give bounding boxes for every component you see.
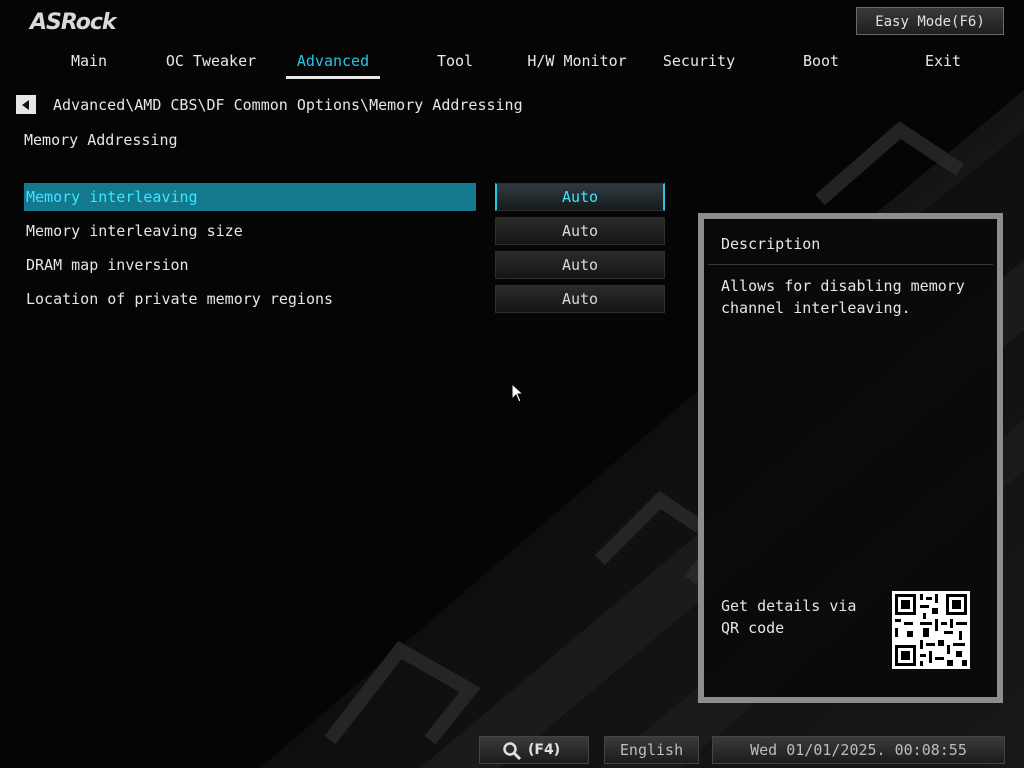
tab-boot[interactable]: Boot xyxy=(760,50,882,80)
magnifier-icon xyxy=(503,742,522,760)
setting-value-dropdown[interactable]: Auto xyxy=(495,251,665,279)
back-arrow-icon[interactable] xyxy=(16,95,36,114)
description-divider xyxy=(708,264,993,265)
setting-memory-interleaving-size[interactable]: Memory interleaving size Auto xyxy=(24,217,684,245)
setting-label: Memory interleaving size xyxy=(26,222,243,240)
setting-value-dropdown[interactable]: Auto xyxy=(495,217,665,245)
setting-value-dropdown[interactable]: Auto xyxy=(495,285,665,313)
mouse-pointer-icon xyxy=(511,383,523,403)
tab-security[interactable]: Security xyxy=(638,50,760,80)
tab-hw-monitor[interactable]: H/W Monitor xyxy=(516,50,638,80)
qr-caption: Get details via QR code xyxy=(721,597,857,637)
setting-memory-interleaving[interactable]: Memory interleaving Auto xyxy=(24,183,684,211)
system-datetime: Wed 01/01/2025. 00:08:55 xyxy=(712,736,1005,764)
setting-label: Memory interleaving xyxy=(24,183,476,211)
description-text: Allows for disabling memory channel inte… xyxy=(721,277,965,317)
asrock-logo: ASRock xyxy=(30,10,117,35)
tab-main[interactable]: Main xyxy=(28,50,150,80)
breadcrumb: Advanced\AMD CBS\DF Common Options\Memor… xyxy=(53,96,523,114)
description-title: Description xyxy=(721,235,821,253)
search-shortcut-key: (F4) xyxy=(528,742,561,758)
setting-dram-map-inversion[interactable]: DRAM map inversion Auto xyxy=(24,251,684,279)
tab-oc-tweaker[interactable]: OC Tweaker xyxy=(150,50,272,80)
setting-label: DRAM map inversion xyxy=(26,256,189,274)
language-button[interactable]: English xyxy=(604,736,699,764)
tab-advanced[interactable]: Advanced xyxy=(272,50,394,80)
tab-exit[interactable]: Exit xyxy=(882,50,1004,80)
tab-tool[interactable]: Tool xyxy=(394,50,516,80)
main-tabs: Main OC Tweaker Advanced Tool H/W Monito… xyxy=(28,50,1004,80)
easy-mode-button[interactable]: Easy Mode(F6) xyxy=(856,7,1004,35)
description-panel: Description Allows for disabling memory … xyxy=(698,213,1003,703)
setting-label: Location of private memory regions xyxy=(26,290,334,308)
search-button[interactable]: (F4) xyxy=(479,736,589,764)
setting-private-memory-location[interactable]: Location of private memory regions Auto xyxy=(24,285,684,313)
page-title: Memory Addressing xyxy=(24,131,178,149)
setting-value-dropdown[interactable]: Auto xyxy=(495,183,665,211)
qr-code-icon xyxy=(892,591,970,669)
